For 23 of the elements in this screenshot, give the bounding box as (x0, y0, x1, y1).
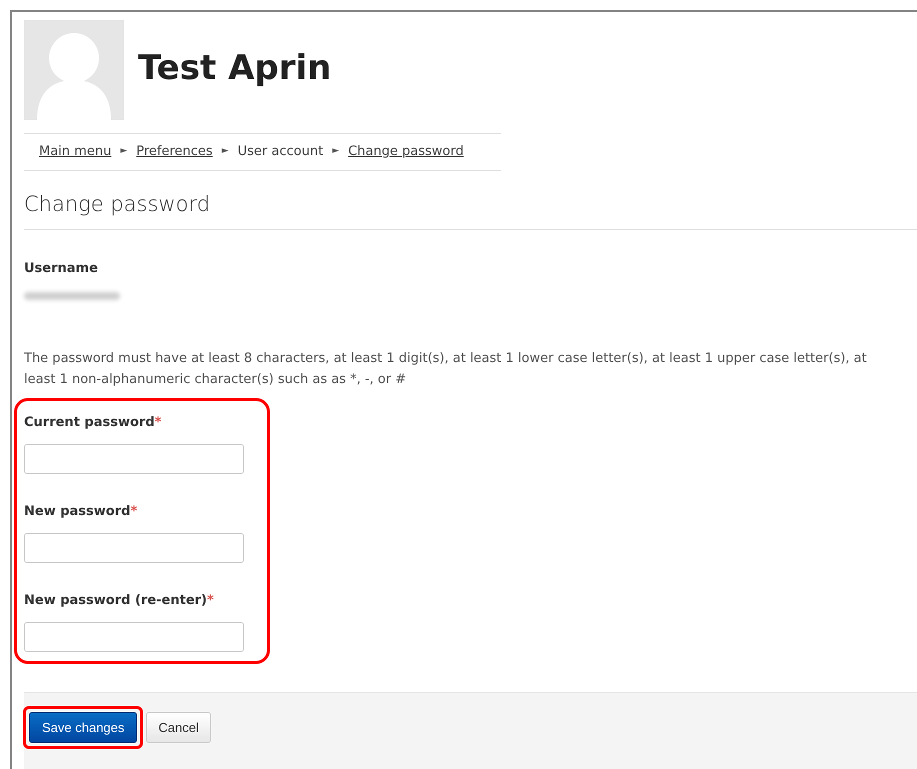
required-mark: * (130, 503, 138, 521)
breadcrumb-link[interactable]: Preferences (136, 142, 213, 162)
required-mark: * (154, 414, 162, 432)
password-field[interactable] (24, 533, 244, 563)
password-field[interactable] (24, 622, 244, 652)
field-label: Current password (24, 414, 155, 432)
breadcrumb-link[interactable]: Change password (348, 142, 464, 162)
profile-name: Test Aprin (138, 46, 332, 90)
breadcrumb-link[interactable]: Main menu (39, 142, 112, 162)
breadcrumb-current: User account (238, 143, 324, 162)
breadcrumb-separator: ► (120, 145, 128, 158)
username-label: Username (24, 260, 99, 278)
cancel-button[interactable]: Cancel (146, 712, 211, 743)
field-label: New password (24, 503, 130, 521)
breadcrumb-separator: ► (332, 145, 340, 158)
save-button[interactable]: Save changes (29, 712, 138, 743)
required-mark: * (207, 592, 214, 610)
breadcrumb-separator: ► (222, 145, 229, 158)
password-policy: The password must have at least 8 characters, at least 1 digit(s), at least 1 lower case letter(s), at least 1 upper case letter(s), at least 1 non-alphanumeric character(s) such as as *, -, or # (24, 350, 868, 389)
field-label: New password (re-enter) (24, 592, 207, 610)
password-field[interactable] (24, 444, 244, 474)
page-heading: Change password (24, 189, 917, 230)
avatar-icon (24, 20, 124, 120)
